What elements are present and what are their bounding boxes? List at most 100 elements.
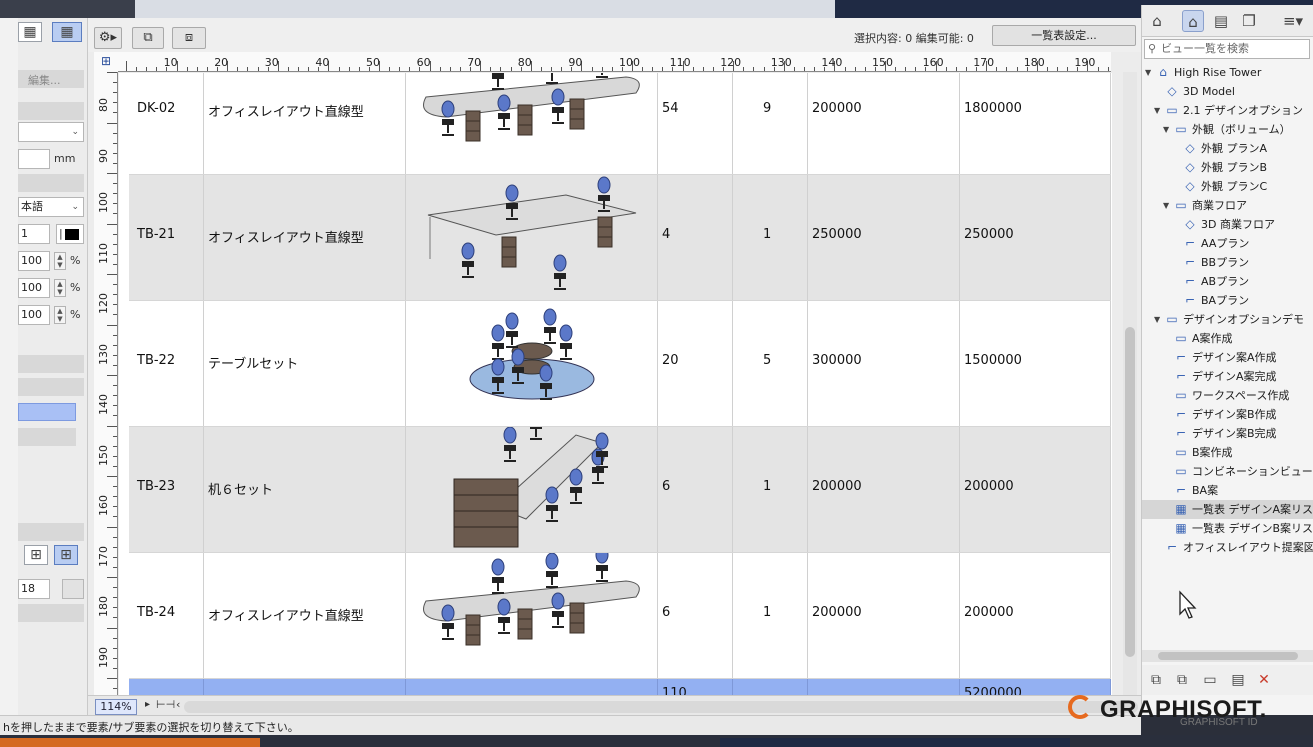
cell-price[interactable]: 200000	[808, 553, 960, 678]
tree-item[interactable]: ⌐ BA案	[1142, 481, 1313, 500]
table-row[interactable]: TB-22 テーブルセット 20 5 300000 1500000	[129, 301, 1111, 427]
total-cell-qty[interactable]: 110	[658, 679, 733, 695]
tree-item[interactable]: ▼ ⌂ High Rise Tower	[1142, 63, 1313, 82]
value-toggle[interactable]	[62, 579, 84, 599]
cell-total[interactable]: 200000	[960, 427, 1111, 552]
total-cell-units[interactable]	[733, 679, 808, 695]
sub-element-icon[interactable]: ⧈	[172, 27, 206, 49]
cell-total[interactable]: 1500000	[960, 301, 1111, 426]
cell-image[interactable]	[406, 73, 658, 174]
cell-name[interactable]: オフィスレイアウト直線型	[204, 553, 406, 678]
cell-name[interactable]: オフィスレイアウト直線型	[204, 73, 406, 174]
stepper-2[interactable]: ▲ ▼	[54, 279, 66, 297]
cell-total[interactable]: 1800000	[960, 73, 1111, 174]
horizontal-scrollbar[interactable]	[184, 701, 1138, 713]
tree-item[interactable]: ⌐ BBプラン	[1142, 253, 1313, 272]
pen-field[interactable]: 1	[18, 224, 50, 244]
document-tab[interactable]	[135, 0, 835, 18]
tree-item[interactable]: ◇ 3D 商業フロア	[1142, 215, 1313, 234]
tree-item[interactable]: ◇ 外観 プランA	[1142, 139, 1313, 158]
scroll-thumb[interactable]	[1125, 327, 1135, 657]
tree-item[interactable]: ⌐ デザインA案完成	[1142, 367, 1313, 386]
cell-id[interactable]: TB-23	[129, 427, 204, 552]
cell-qty[interactable]: 6	[658, 427, 733, 552]
delete-icon[interactable]: ✕	[1254, 671, 1274, 689]
cell-price[interactable]: 300000	[808, 301, 960, 426]
total-cell-price[interactable]	[808, 679, 960, 695]
tree-item[interactable]: ⌐ AAプラン	[1142, 234, 1313, 253]
tree-item[interactable]: ▼ ▭ デザインオプションデモ	[1142, 310, 1313, 329]
cell-id[interactable]: TB-21	[129, 175, 204, 300]
menu-icon[interactable]: ≡▾	[1278, 10, 1308, 32]
edit-button[interactable]: 編集...	[18, 70, 84, 88]
grid-view-icon[interactable]: ▦	[18, 22, 42, 42]
expand-arrow-icon[interactable]: ▼	[1163, 196, 1169, 215]
select-element-icon[interactable]: ⧉	[132, 27, 164, 49]
clone-view-icon[interactable]: ⧉	[1172, 671, 1192, 689]
scroll-left-icon[interactable]: ‹	[176, 698, 180, 711]
value-field[interactable]: 18	[18, 579, 50, 599]
grid-selected-icon[interactable]: ▦	[52, 22, 82, 42]
pen-color-picker[interactable]: |	[56, 224, 84, 244]
schedule-settings-button[interactable]: 一覧表設定...	[992, 25, 1136, 46]
percent-field-1[interactable]: 100	[18, 251, 50, 271]
table-row[interactable]: TB-21 オフィスレイアウト直線型 4 1 250000 250000	[129, 175, 1111, 301]
language-select[interactable]: 本語 ⌄	[18, 197, 84, 217]
totals-row[interactable]: 110 5200000	[129, 679, 1111, 695]
zoom-level[interactable]: 114%	[95, 699, 137, 715]
expand-arrow-icon[interactable]: ▼	[1154, 101, 1160, 120]
publisher-icon[interactable]: ❐	[1238, 10, 1260, 32]
cell-qty[interactable]: 4	[658, 175, 733, 300]
table-row[interactable]: TB-23 机６セット 6 1 200000 200000	[129, 427, 1111, 553]
navigator-scroll-thumb[interactable]	[1158, 652, 1298, 660]
view-map-icon[interactable]: ⌂	[1182, 10, 1204, 32]
project-map-icon[interactable]: ⌂	[1146, 10, 1168, 32]
percent-field-2[interactable]: 100	[18, 278, 50, 298]
tree-item[interactable]: ⌐ デザイン案A作成	[1142, 348, 1313, 367]
tree-item[interactable]: ⌐ オフィスレイアウト提案図面	[1142, 538, 1313, 557]
play-icon[interactable]: ▸	[145, 699, 150, 710]
cell-units[interactable]: 1	[733, 553, 808, 678]
size-field[interactable]	[18, 149, 50, 169]
tree-item[interactable]: ▼ ▭ 外観（ボリューム）	[1142, 120, 1313, 139]
stepper-3[interactable]: ▲ ▼	[54, 306, 66, 324]
cell-qty[interactable]: 20	[658, 301, 733, 426]
tree-item[interactable]: ▼ ▭ 商業フロア	[1142, 196, 1313, 215]
cell-units[interactable]: 1	[733, 427, 808, 552]
expand-arrow-icon[interactable]: ▼	[1163, 120, 1169, 139]
navigator-h-scrollbar[interactable]	[1142, 650, 1313, 662]
cell-id[interactable]: DK-02	[129, 73, 204, 174]
new-view-icon[interactable]: ⧉	[1146, 671, 1166, 689]
total-cell-id[interactable]	[129, 679, 204, 695]
expand-arrow-icon[interactable]: ▼	[1154, 310, 1160, 329]
cell-name[interactable]: テーブルセット	[204, 301, 406, 426]
view-search-input[interactable]: ⚲ ビュー一覧を検索	[1144, 39, 1310, 59]
settings-list-icon[interactable]: ▤	[1228, 671, 1248, 689]
cell-units[interactable]: 9	[733, 73, 808, 174]
gear-icon[interactable]: ⚙▸	[94, 27, 122, 49]
grid-selected-icon-2[interactable]: ⊞	[54, 545, 78, 565]
tree-item[interactable]: ▦ 一覧表 デザインA案リスト	[1142, 500, 1313, 519]
vertical-scrollbar[interactable]	[1123, 72, 1137, 695]
grid-icon[interactable]: ⊞	[24, 545, 48, 565]
tree-item[interactable]: ▼ ▭ 2.1 デザインオプション	[1142, 101, 1313, 120]
tree-item[interactable]: ◇ 3D Model	[1142, 82, 1313, 101]
tree-item[interactable]: ◇ 外観 プランB	[1142, 158, 1313, 177]
expand-arrow-icon[interactable]: ▼	[1145, 63, 1151, 82]
cell-name[interactable]: オフィスレイアウト直線型	[204, 175, 406, 300]
cell-price[interactable]: 200000	[808, 73, 960, 174]
stepper-1[interactable]: ▲ ▼	[54, 252, 66, 270]
cell-qty[interactable]: 6	[658, 553, 733, 678]
tree-item[interactable]: ⌐ デザイン案B作成	[1142, 405, 1313, 424]
tree-item[interactable]: ▭ A案作成	[1142, 329, 1313, 348]
highlight-bar[interactable]	[18, 403, 76, 421]
tree-item[interactable]: ▭ ワークスペース作成	[1142, 386, 1313, 405]
total-cell-image[interactable]	[406, 679, 658, 695]
tree-item[interactable]: ▭ コンビネーションビュー作成	[1142, 462, 1313, 481]
cell-price[interactable]: 200000	[808, 427, 960, 552]
cell-image[interactable]	[406, 301, 658, 426]
fit-width-icon[interactable]: ⊢⊣	[156, 698, 175, 711]
table-row[interactable]: DK-02 オフィスレイアウト直線型 54 9 200000 1800000	[129, 73, 1111, 175]
cell-price[interactable]: 250000	[808, 175, 960, 300]
percent-field-3[interactable]: 100	[18, 305, 50, 325]
